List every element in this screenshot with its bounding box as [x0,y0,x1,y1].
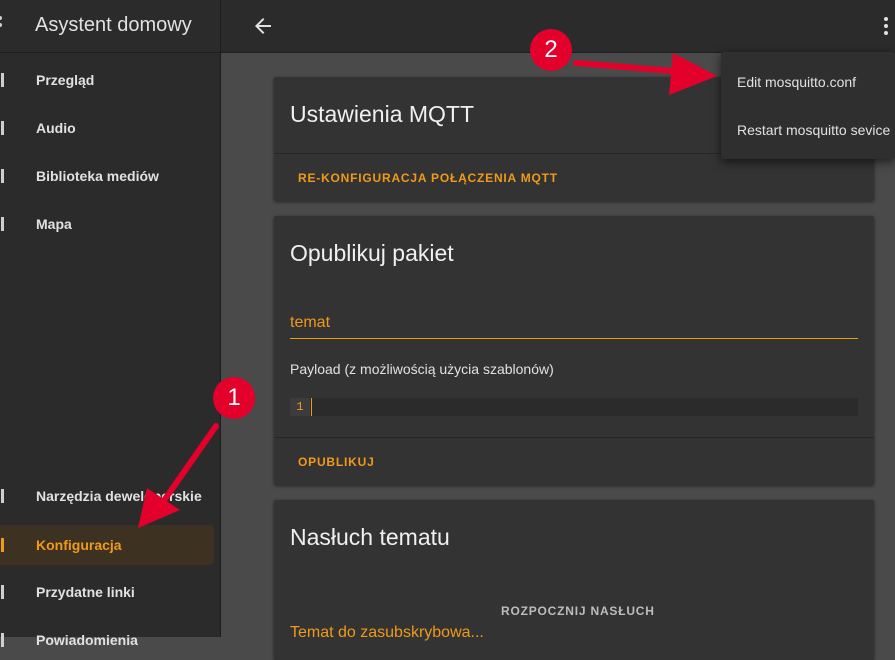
annotation-arrow-2 [573,60,689,75]
annotation-arrowhead-1 [138,488,180,528]
annotation-arrows [138,53,717,528]
annotation-arrowhead-2 [669,53,717,95]
annotation-arrow-1 [153,423,219,515]
annotation-badge-1: 1 [213,377,255,419]
annotation-badge-2: 2 [530,29,572,71]
